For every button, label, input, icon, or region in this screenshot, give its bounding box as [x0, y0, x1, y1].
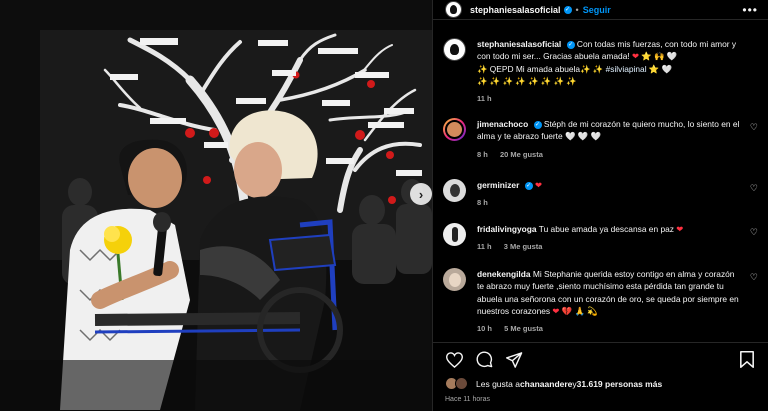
like-comment-heart-icon[interactable]: ♡ [750, 122, 758, 133]
commenter-username[interactable]: germinizer [477, 180, 519, 190]
comment-time: 10 h [477, 324, 493, 334]
photo-illustration [0, 0, 432, 411]
verified-badge-icon: ✓ [566, 40, 575, 49]
comment-likes[interactable]: 20 Me gusta [500, 150, 543, 159]
likers-avatars [445, 377, 470, 390]
comment-item: jimenachoco ✓ Stéph de mi corazón te qui… [443, 118, 758, 161]
comments-list: stephaniesalasoficial ✓ Con todas mis fu… [433, 32, 768, 342]
verified-badge-icon: ✓ [524, 181, 533, 190]
comment-time: 11 h [477, 242, 492, 252]
verified-badge-icon: ✓ [533, 120, 542, 129]
post-actions-bar [433, 342, 768, 376]
post-header: stephaniesalasoficial ✓ • Seguir ••• [433, 0, 768, 20]
liker-username[interactable]: chanaandere [520, 379, 572, 389]
likes-summary[interactable]: Les gusta a chanaandere y 31.619 persona… [445, 377, 662, 390]
like-comment-heart-icon[interactable]: ♡ [750, 227, 758, 238]
like-comment-heart-icon[interactable]: ♡ [750, 183, 758, 194]
comment-text: Tu abue amada ya descansa en paz [538, 224, 674, 234]
comment-item: denekengilda Mi Stephanie querida estoy … [443, 268, 758, 335]
comment-item: germinizer ✓ ❤ 8 h ♡ [443, 179, 758, 210]
separator-dot: • [575, 4, 579, 15]
hashtag-link[interactable]: #silviapinal [606, 64, 647, 74]
bookmark-icon[interactable] [738, 351, 756, 369]
author-avatar[interactable] [445, 1, 462, 18]
comment-emoji: 🤍 🤍 🤍 [564, 131, 601, 142]
commenter-username[interactable]: jimenachoco [477, 119, 528, 129]
commenter-avatar[interactable] [443, 118, 466, 141]
post-detail-panel: stephaniesalasoficial ✓ • Seguir ••• ste… [432, 0, 768, 411]
commenter-avatar[interactable] [443, 223, 466, 246]
author-username[interactable]: stephaniesalasoficial [470, 5, 561, 15]
likes-prefix: Les gusta a [476, 378, 520, 389]
commenter-username[interactable]: fridalivingyoga [477, 224, 537, 234]
comment-bubble-icon[interactable] [475, 351, 493, 369]
comment-emoji: ❤ [676, 224, 684, 234]
commenter-username[interactable]: denekengilda [477, 269, 531, 279]
post-photo[interactable]: › [0, 0, 432, 411]
comment-emoji: ❤ 💔 🙏 💫 [552, 305, 598, 316]
follow-button[interactable]: Seguir [583, 5, 611, 15]
comment-time: 8 h [477, 198, 488, 208]
more-options-icon[interactable]: ••• [742, 3, 758, 17]
verified-badge-icon: ✓ [563, 5, 572, 14]
commenter-avatar[interactable] [443, 268, 466, 291]
next-photo-button[interactable]: › [410, 183, 432, 205]
post-timestamp: Hace 11 horas [445, 396, 491, 403]
likes-count[interactable]: 31.619 personas más [577, 379, 663, 389]
caption-emoji-line: ✨ ✨ ✨ ✨ ✨ ✨ ✨ ✨ [477, 75, 577, 86]
comment-item: fridalivingyoga Tu abue amada ya descans… [443, 223, 758, 254]
share-send-icon[interactable] [505, 351, 523, 369]
like-heart-icon[interactable] [445, 351, 463, 369]
comment-time: 8 h [477, 149, 488, 159]
comment-emoji: ❤ [535, 180, 543, 190]
caption: stephaniesalasoficial ✓ Con todas mis fu… [443, 38, 758, 105]
comment-likes[interactable]: 3 Me gusta [504, 242, 543, 251]
caption-time: 11 h [477, 94, 492, 104]
author-avatar[interactable] [443, 38, 466, 61]
comment-likes[interactable]: 5 Me gusta [504, 324, 543, 333]
caption-username[interactable]: stephaniesalasoficial [477, 39, 561, 49]
caption-text-2: QEPD Mi amada abuela [487, 63, 581, 74]
like-comment-heart-icon[interactable]: ♡ [750, 272, 758, 283]
commenter-avatar[interactable] [443, 179, 466, 202]
